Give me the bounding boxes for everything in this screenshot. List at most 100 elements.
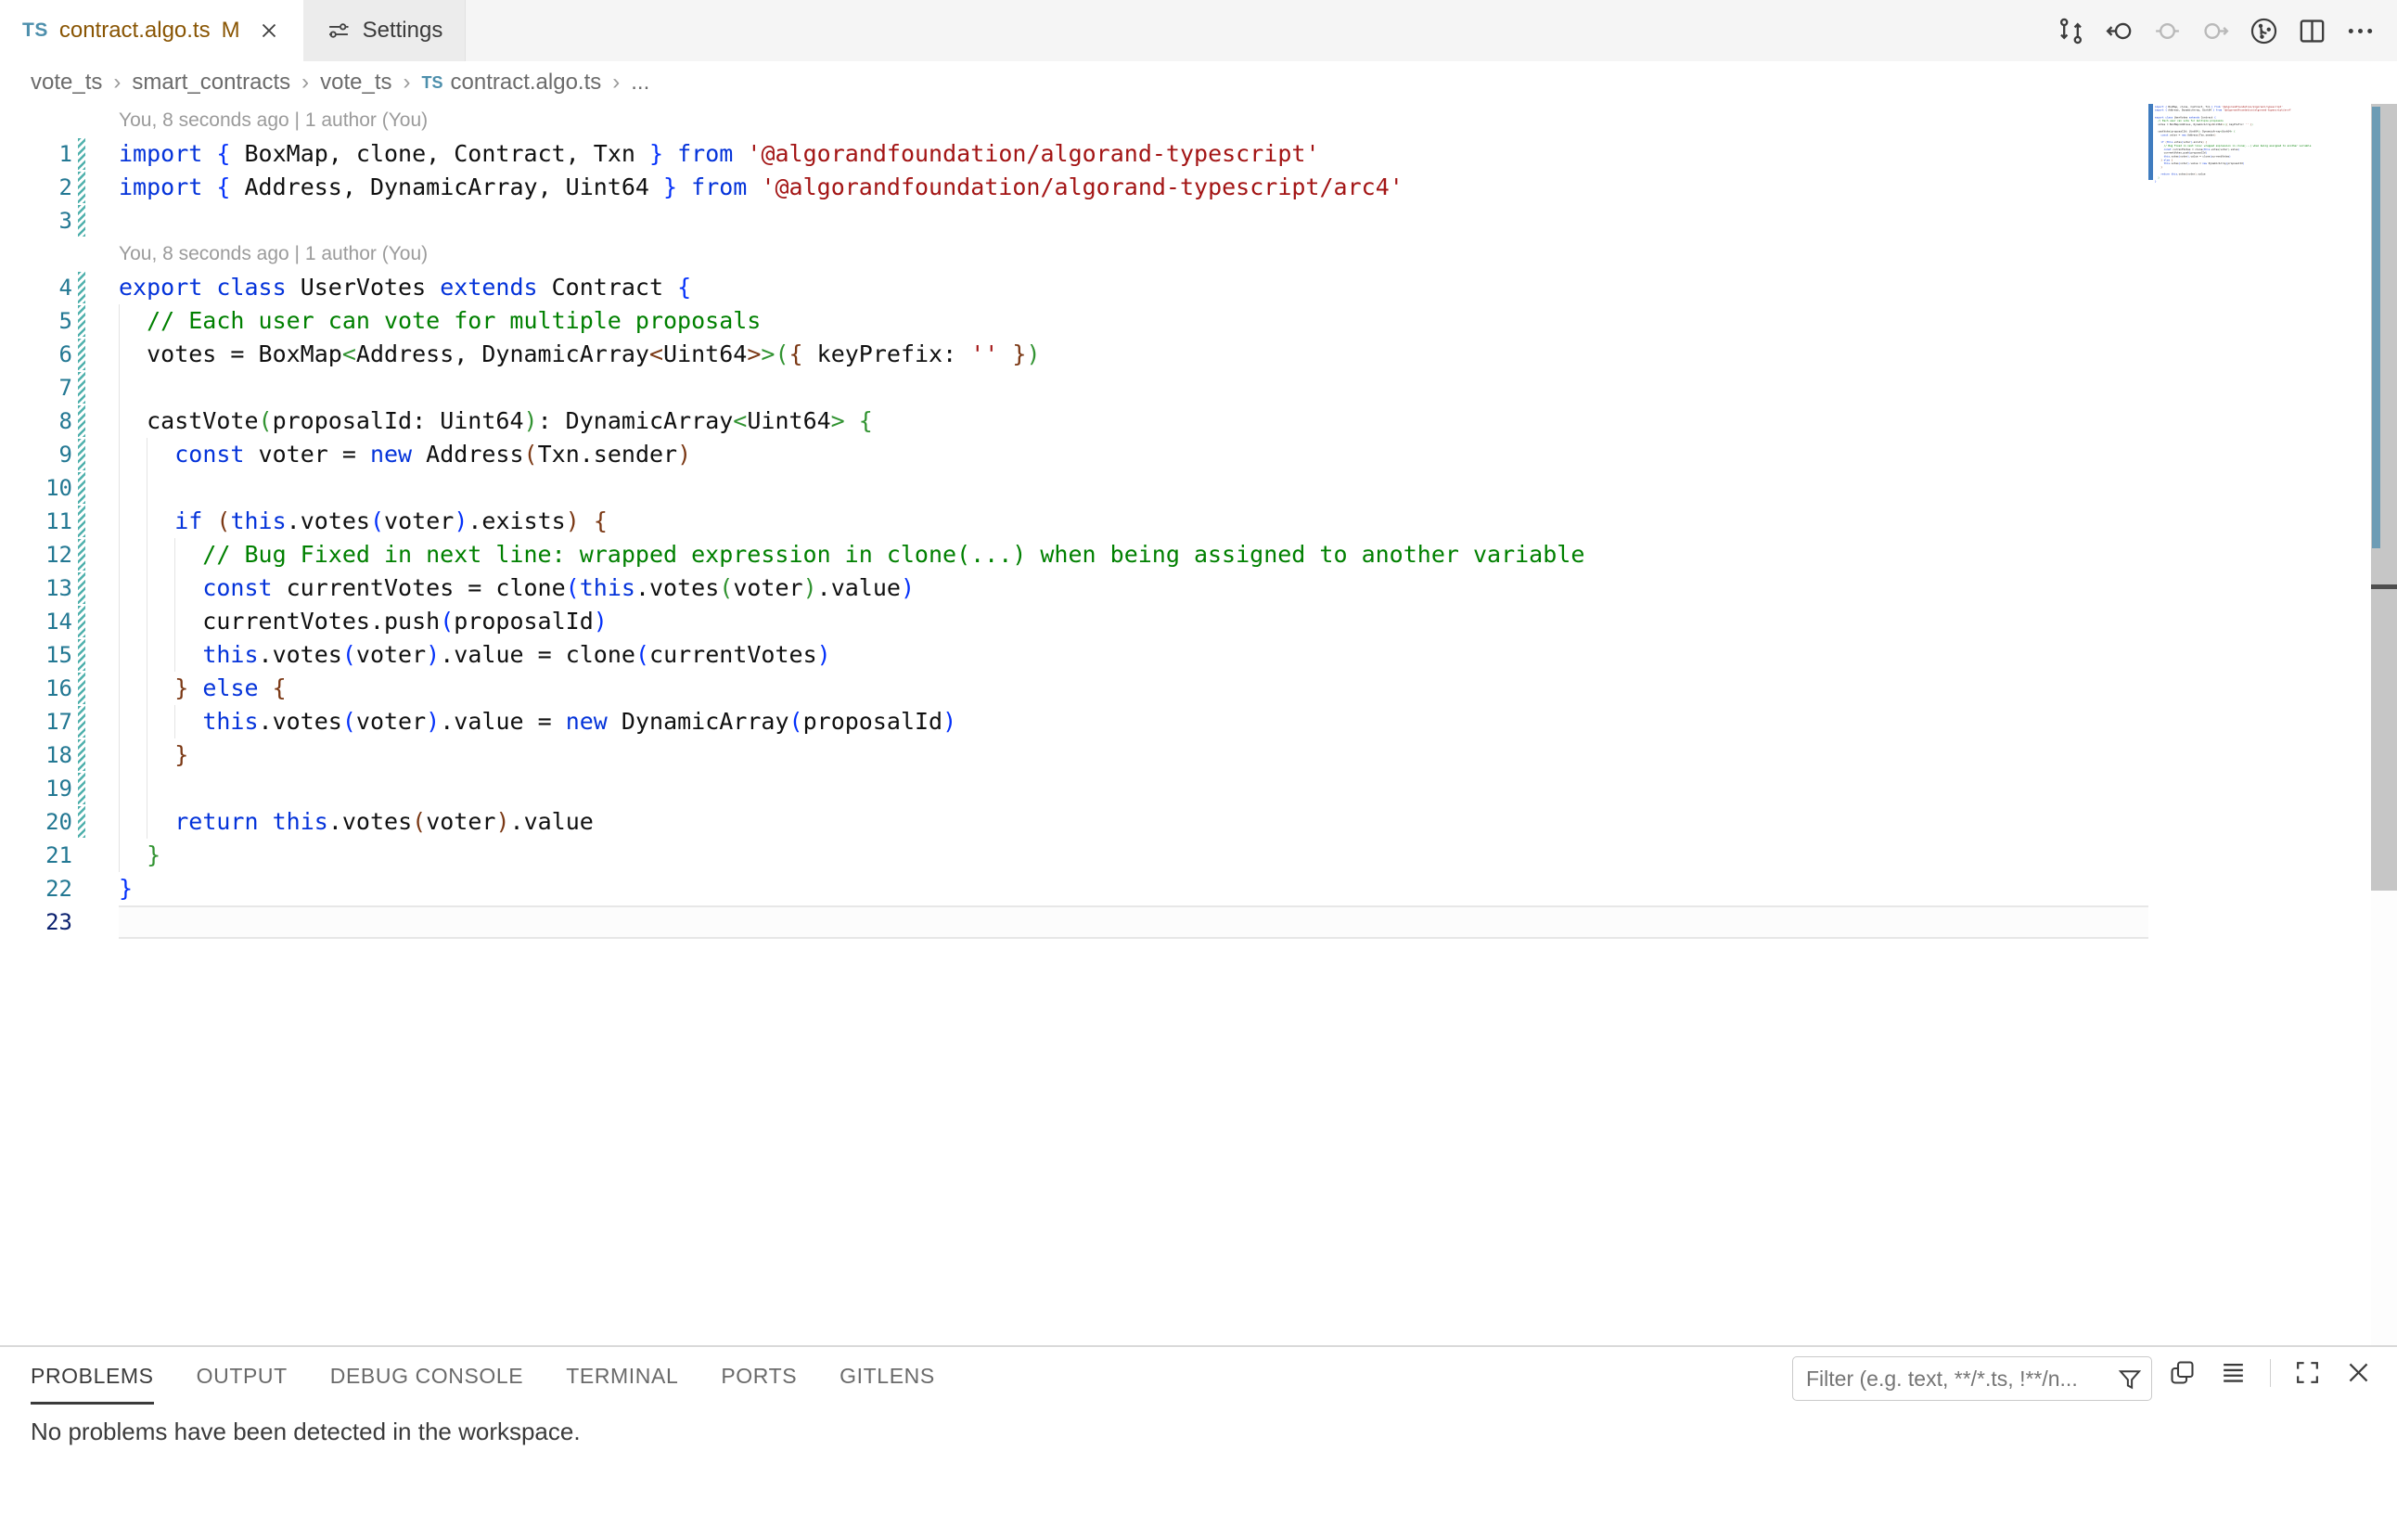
breadcrumb-item-symbol[interactable]: ... xyxy=(631,70,649,96)
line-number[interactable]: 16 xyxy=(0,672,72,705)
code-line-3[interactable]: 3 xyxy=(0,204,2148,237)
git-change-indicator xyxy=(78,539,85,571)
line-number[interactable]: 17 xyxy=(0,705,72,738)
git-change-indicator xyxy=(78,806,85,838)
next-change-icon[interactable] xyxy=(2199,15,2232,47)
line-number[interactable]: 13 xyxy=(0,571,72,605)
code-line-9[interactable]: 9 const voter = new Address(Txn.sender) xyxy=(0,438,2148,471)
code-line-10[interactable]: 10 xyxy=(0,471,2148,505)
line-number[interactable]: 9 xyxy=(0,438,72,471)
close-tab-icon[interactable] xyxy=(257,19,281,43)
git-change-indicator xyxy=(78,773,85,804)
line-number[interactable]: 3 xyxy=(0,204,72,237)
git-change-indicator xyxy=(78,339,85,370)
line-number[interactable]: 12 xyxy=(0,538,72,571)
git-change-indicator xyxy=(78,138,85,170)
line-number[interactable]: 18 xyxy=(0,738,72,772)
code-line-7[interactable]: 7 xyxy=(0,371,2148,404)
line-number[interactable]: 8 xyxy=(0,404,72,438)
code-line-13[interactable]: 13 const currentVotes = clone(this.votes… xyxy=(0,571,2148,605)
line-number[interactable]: 19 xyxy=(0,772,72,805)
commit-graph-icon[interactable] xyxy=(2248,15,2280,47)
code-line-23[interactable]: 23 xyxy=(0,905,2148,939)
code-line-20[interactable]: 20 return this.votes(voter).value xyxy=(0,805,2148,839)
collapse-all-icon[interactable] xyxy=(2219,1358,2248,1387)
line-number[interactable]: 15 xyxy=(0,638,72,672)
view-as-table-icon[interactable] xyxy=(2168,1358,2197,1387)
tab-gitlens[interactable]: GITLENS xyxy=(840,1364,935,1405)
code-line-8[interactable]: 8 castVote(proposalId: Uint64): DynamicA… xyxy=(0,404,2148,438)
code-line-14[interactable]: 14 currentVotes.push(proposalId) xyxy=(0,605,2148,638)
line-number[interactable]: 20 xyxy=(0,805,72,839)
git-change-indicator xyxy=(78,205,85,237)
code-line-11[interactable]: 11 if (this.votes(voter).exists) { xyxy=(0,505,2148,538)
git-change-indicator xyxy=(78,172,85,203)
filter-funnel-icon[interactable] xyxy=(2116,1366,2144,1393)
minimap[interactable]: import { BoxMap, clone, Contract, Txn } … xyxy=(2148,104,2371,1345)
code-line-22[interactable]: 22} xyxy=(0,872,2148,905)
tab-problems[interactable]: PROBLEMS xyxy=(31,1364,154,1405)
code-line-18[interactable]: 18 } xyxy=(0,738,2148,772)
code-line-21[interactable]: 21 } xyxy=(0,839,2148,872)
code-area[interactable]: You, 8 seconds ago | 1 author (You)1impo… xyxy=(0,104,2148,939)
code-line-5[interactable]: 5 // Each user can vote for multiple pro… xyxy=(0,304,2148,338)
code-line-12[interactable]: 12 // Bug Fixed in next line: wrapped ex… xyxy=(0,538,2148,571)
code-line-15[interactable]: 15 this.votes(voter).value = clone(curre… xyxy=(0,638,2148,672)
separator xyxy=(2270,1359,2271,1387)
problems-filter-input[interactable] xyxy=(1793,1357,2151,1400)
tab-output[interactable]: OUTPUT xyxy=(197,1364,288,1405)
codelens-text[interactable]: You, 8 seconds ago | 1 author (You) xyxy=(119,104,428,137)
maximize-panel-icon[interactable] xyxy=(2293,1358,2322,1387)
tab-ports[interactable]: PORTS xyxy=(721,1364,797,1405)
problems-filter xyxy=(1792,1356,2152,1401)
more-actions-icon[interactable] xyxy=(2344,15,2377,47)
line-number[interactable]: 7 xyxy=(0,371,72,404)
sliders-icon xyxy=(326,18,352,44)
indent-guide xyxy=(119,471,120,505)
code-line-23[interactable] xyxy=(2155,183,2384,186)
line-number[interactable]: 1 xyxy=(0,137,72,171)
editor-actions xyxy=(2055,0,2377,61)
line-number[interactable]: 14 xyxy=(0,605,72,638)
code-line-4[interactable]: 4export class UserVotes extends Contract… xyxy=(0,271,2148,304)
tab-label: contract.algo.ts xyxy=(59,18,211,44)
code-line-19[interactable]: 19 xyxy=(0,772,2148,805)
git-change-indicator xyxy=(78,472,85,504)
previous-change-icon[interactable] xyxy=(2151,15,2184,47)
indent-guide xyxy=(119,772,120,805)
bottom-panel: PROBLEMS OUTPUT DEBUG CONSOLE TERMINAL P… xyxy=(0,1345,2397,1540)
breadcrumb-item[interactable]: vote_ts xyxy=(320,70,391,96)
git-change-indicator xyxy=(78,405,85,437)
line-number[interactable]: 21 xyxy=(0,839,72,872)
chevron-right-icon: › xyxy=(113,70,121,96)
code-line-2[interactable]: 2import { Address, DynamicArray, Uint64 … xyxy=(0,171,2148,204)
codelens[interactable]: You, 8 seconds ago | 1 author (You) xyxy=(0,237,2148,271)
code-line-1[interactable]: 1import { BoxMap, clone, Contract, Txn }… xyxy=(0,137,2148,171)
line-number[interactable]: 10 xyxy=(0,471,72,505)
line-number[interactable]: 6 xyxy=(0,338,72,371)
scrollbar[interactable] xyxy=(2371,104,2397,1345)
breadcrumb-item-file[interactable]: contract.algo.ts xyxy=(451,70,602,96)
tab-settings[interactable]: Settings xyxy=(303,0,467,61)
line-number[interactable]: 22 xyxy=(0,872,72,905)
codelens-text[interactable]: You, 8 seconds ago | 1 author (You) xyxy=(119,237,428,271)
line-number[interactable]: 5 xyxy=(0,304,72,338)
code-line-16[interactable]: 16 } else { xyxy=(0,672,2148,705)
codelens[interactable]: You, 8 seconds ago | 1 author (You) xyxy=(0,104,2148,137)
breadcrumb-item[interactable]: vote_ts xyxy=(31,70,102,96)
tab-terminal[interactable]: TERMINAL xyxy=(566,1364,678,1405)
close-panel-icon[interactable] xyxy=(2344,1358,2373,1387)
line-number[interactable]: 4 xyxy=(0,271,72,304)
tab-contract-algo-ts[interactable]: TS contract.algo.ts M xyxy=(0,0,303,61)
split-editor-icon[interactable] xyxy=(2296,15,2328,47)
tab-debug-console[interactable]: DEBUG CONSOLE xyxy=(330,1364,523,1405)
compare-changes-icon[interactable] xyxy=(2055,15,2087,47)
line-number[interactable]: 2 xyxy=(0,171,72,204)
breadcrumb-item[interactable]: smart_contracts xyxy=(132,70,290,96)
line-number[interactable]: 11 xyxy=(0,505,72,538)
code-line-17[interactable]: 17 this.votes(voter).value = new Dynamic… xyxy=(0,705,2148,738)
code-line-6[interactable]: 6 votes = BoxMap<Address, DynamicArray<U… xyxy=(0,338,2148,371)
line-number[interactable]: 23 xyxy=(0,905,72,939)
open-previous-revision-icon[interactable] xyxy=(2103,15,2135,47)
git-change-indicator xyxy=(78,739,85,771)
